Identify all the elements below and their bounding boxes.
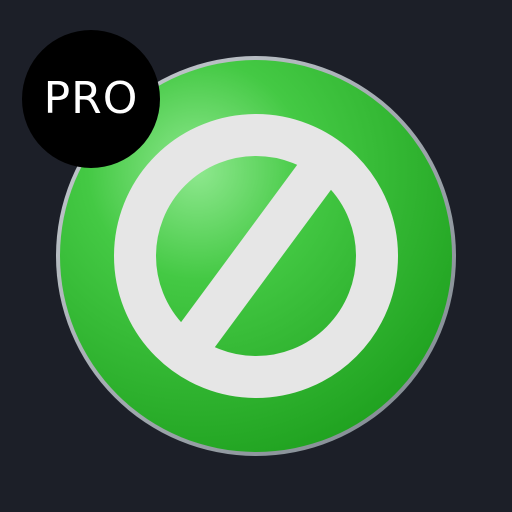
pro-badge-label: PRO <box>43 73 139 124</box>
app-icon-canvas: PRO <box>0 0 512 512</box>
pro-badge: PRO <box>22 30 160 168</box>
